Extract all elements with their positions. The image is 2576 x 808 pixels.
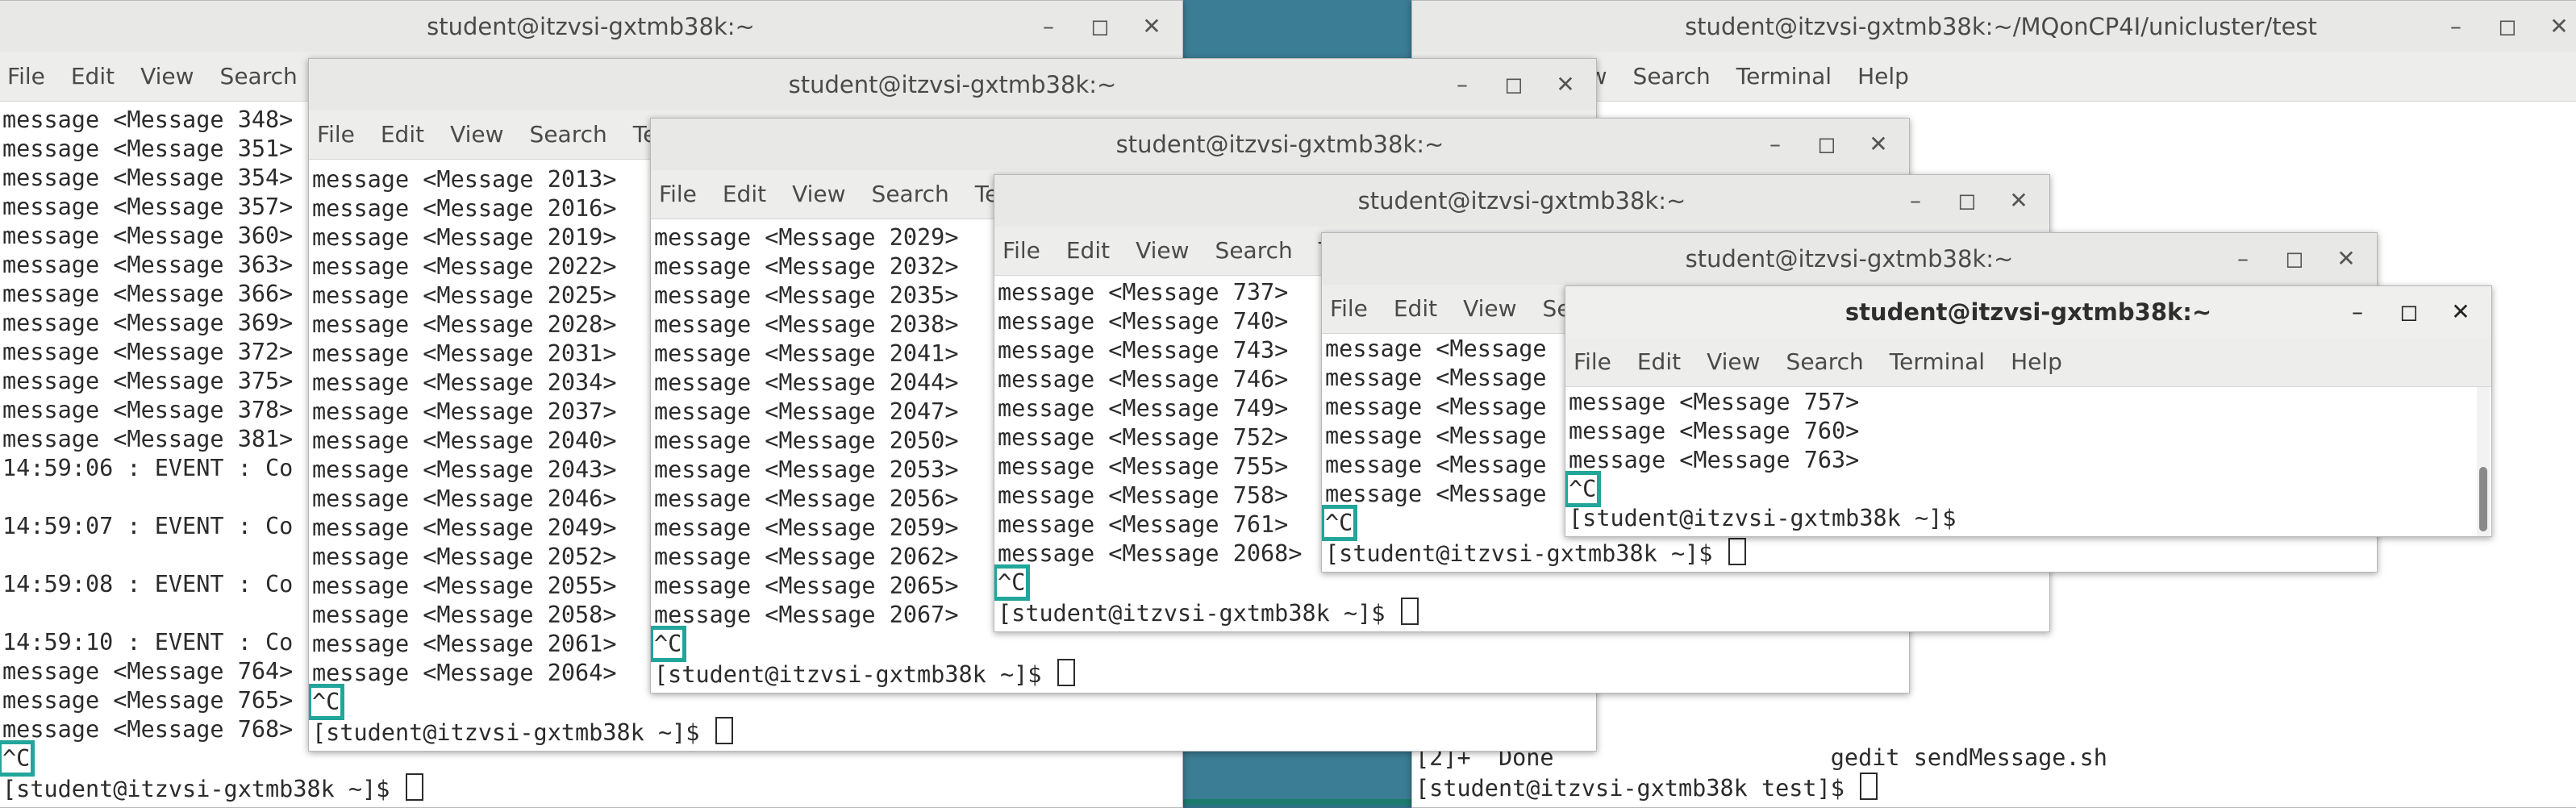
shell-prompt: [student@itzvsi-gxtmb38k ~]$	[998, 600, 1399, 627]
minimize-icon[interactable]: –	[2430, 1, 2482, 52]
close-icon[interactable]: ✕	[2533, 1, 2576, 52]
maximize-icon[interactable]: ◻	[2269, 233, 2320, 285]
terminal-window-7[interactable]: student@itzvsi-gxtmb38k:~ – ◻ ✕ File Edit Vie…	[1565, 285, 2492, 537]
terminal-line: ^C	[1565, 471, 2488, 507]
minimize-icon[interactable]: –	[1890, 175, 1941, 227]
title-bar[interactable]: student@itzvsi-gxtmb38k:~ – ◻ ✕	[1565, 286, 2491, 339]
minimize-icon[interactable]: –	[1436, 59, 1488, 110]
title-bar[interactable]: student@itzvsi-gxtmb38k:~ – ◻ ✕	[994, 175, 2049, 227]
terminal-content[interactable]: message <Message 757> message <Message 76…	[1565, 387, 2491, 536]
text-cursor	[1057, 659, 1075, 686]
title-bar[interactable]: student@itzvsi-gxtmb38k:~ – ◻ ✕	[1322, 233, 2377, 285]
menu-edit[interactable]: Edit	[368, 110, 437, 159]
maximize-icon[interactable]: ◻	[2383, 286, 2435, 338]
title-bar[interactable]: student@itzvsi-gxtmb38k:~ – ◻ ✕	[0, 1, 1182, 53]
close-icon[interactable]: ✕	[2320, 233, 2372, 285]
title-bar[interactable]: student@itzvsi-gxtmb38k:~ – ◻ ✕	[651, 119, 1909, 171]
maximize-icon[interactable]: ◻	[1488, 59, 1540, 110]
menu-help[interactable]: Help	[1998, 338, 2075, 386]
text-cursor	[405, 773, 423, 801]
menu-view[interactable]: View	[1123, 227, 1202, 275]
close-icon[interactable]: ✕	[1540, 59, 1591, 110]
menu-terminal[interactable]: Terminal	[1724, 52, 1844, 101]
minimize-icon[interactable]: –	[1023, 1, 1074, 52]
menu-file[interactable]: File	[1565, 338, 1624, 386]
menu-file[interactable]: File	[651, 170, 710, 219]
terminal-line: message <Message 757>	[1569, 389, 1860, 415]
menu-view[interactable]: View	[1694, 338, 1773, 386]
prompt-line[interactable]: [student@itzvsi-gxtmb38k ~]$	[1569, 504, 2488, 533]
ctrl-c-highlight: ^C	[309, 684, 345, 720]
prompt-line[interactable]: [student@itzvsi-gxtmb38k ~]$	[2, 773, 1179, 804]
prompt-line[interactable]: [student@itzvsi-gxtmb38k ~]$	[1325, 538, 2374, 569]
menu-search[interactable]: Search	[859, 170, 962, 219]
maximize-icon[interactable]: ◻	[1074, 1, 1126, 52]
shell-prompt: [student@itzvsi-gxtmb38k ~]$	[654, 661, 1056, 688]
prompt-line[interactable]: [student@itzvsi-gxtmb38k ~]$	[312, 717, 1593, 748]
menu-search[interactable]: Search	[1620, 52, 1724, 101]
menu-file[interactable]: File	[309, 110, 368, 159]
text-cursor	[1400, 598, 1419, 625]
menu-edit[interactable]: Edit	[1381, 285, 1450, 333]
terminal-line: ^C	[651, 626, 1906, 662]
terminal-line: ^C	[994, 564, 2046, 601]
ctrl-c-highlight: ^C	[651, 626, 687, 662]
prompt-line[interactable]: [student@itzvsi-gxtmb38k test]$	[1415, 773, 2576, 803]
text-cursor	[1860, 773, 1878, 800]
menu-edit[interactable]: Edit	[58, 52, 127, 101]
close-icon[interactable]: ✕	[1126, 1, 1178, 52]
menu-search[interactable]: Search	[207, 52, 311, 101]
menu-view[interactable]: View	[1450, 285, 1529, 333]
close-icon[interactable]: ✕	[1993, 175, 2045, 227]
terminal-line: message <Message 763>	[1569, 447, 1860, 473]
menu-view[interactable]: View	[437, 110, 516, 159]
maximize-icon[interactable]: ◻	[1801, 119, 1853, 170]
menu-edit[interactable]: Edit	[1624, 338, 1694, 386]
menu-view[interactable]: View	[779, 170, 858, 219]
menu-bar: FileEditViewSearchTerminalHelp	[1565, 338, 2491, 387]
ctrl-c-highlight: ^C	[1565, 471, 1602, 507]
window-title: student@itzvsi-gxtmb38k:~/MQonCP4I/unicl…	[1685, 13, 2317, 40]
prompt-line[interactable]: [student@itzvsi-gxtmb38k ~]$	[654, 659, 1906, 689]
menu-help[interactable]: Help	[1844, 52, 1922, 101]
menu-search[interactable]: Search	[1774, 338, 1877, 386]
ctrl-c-highlight: ^C	[994, 564, 1031, 601]
maximize-icon[interactable]: ◻	[2482, 1, 2533, 52]
terminal-line: message <Message 760>	[1569, 418, 1860, 444]
minimize-icon[interactable]: –	[2217, 233, 2269, 285]
menu-search[interactable]: Search	[517, 110, 620, 159]
shell-prompt: [student@itzvsi-gxtmb38k ~]$	[1569, 505, 1957, 531]
minimize-icon[interactable]: –	[1749, 119, 1801, 170]
close-icon[interactable]: ✕	[1853, 119, 1904, 170]
menu-terminal[interactable]: Terminal	[1877, 338, 1998, 386]
shell-prompt: [student@itzvsi-gxtmb38k test]$	[1415, 775, 1859, 802]
window-title: student@itzvsi-gxtmb38k:~	[427, 13, 755, 40]
text-cursor	[1728, 538, 1746, 565]
menu-search[interactable]: Search	[1203, 227, 1306, 275]
text-cursor	[715, 717, 733, 744]
title-bar[interactable]: student@itzvsi-gxtmb38k:~/MQonCP4I/unicl…	[1412, 1, 2576, 53]
terminal-output: message <Message 757> message <Message 76…	[1565, 387, 2491, 536]
ctrl-c-highlight: ^C	[0, 740, 35, 777]
title-bar[interactable]: student@itzvsi-gxtmb38k:~ – ◻ ✕	[309, 59, 1596, 111]
minimize-icon[interactable]: –	[2332, 286, 2383, 338]
menu-view[interactable]: View	[127, 52, 206, 101]
shell-prompt: [student@itzvsi-gxtmb38k ~]$	[1325, 540, 1727, 567]
close-icon[interactable]: ✕	[2435, 286, 2486, 338]
window-title: student@itzvsi-gxtmb38k:~	[788, 71, 1117, 98]
window-title: student@itzvsi-gxtmb38k:~	[1115, 131, 1444, 158]
maximize-icon[interactable]: ◻	[1941, 175, 1993, 227]
menu-file[interactable]: File	[994, 227, 1053, 275]
menu-edit[interactable]: Edit	[1053, 227, 1123, 275]
menu-file[interactable]: File	[1322, 285, 1381, 333]
ctrl-c-highlight: ^C	[1322, 505, 1358, 541]
menu-file[interactable]: File	[0, 52, 58, 101]
menu-edit[interactable]: Edit	[710, 170, 779, 219]
scrollbar-thumb[interactable]	[2479, 467, 2487, 531]
shell-prompt: [student@itzvsi-gxtmb38k ~]$	[312, 719, 714, 746]
prompt-line[interactable]: [student@itzvsi-gxtmb38k ~]$	[998, 598, 2046, 628]
scrollbar[interactable]	[2477, 387, 2490, 536]
shell-prompt: [student@itzvsi-gxtmb38k ~]$	[2, 776, 404, 802]
